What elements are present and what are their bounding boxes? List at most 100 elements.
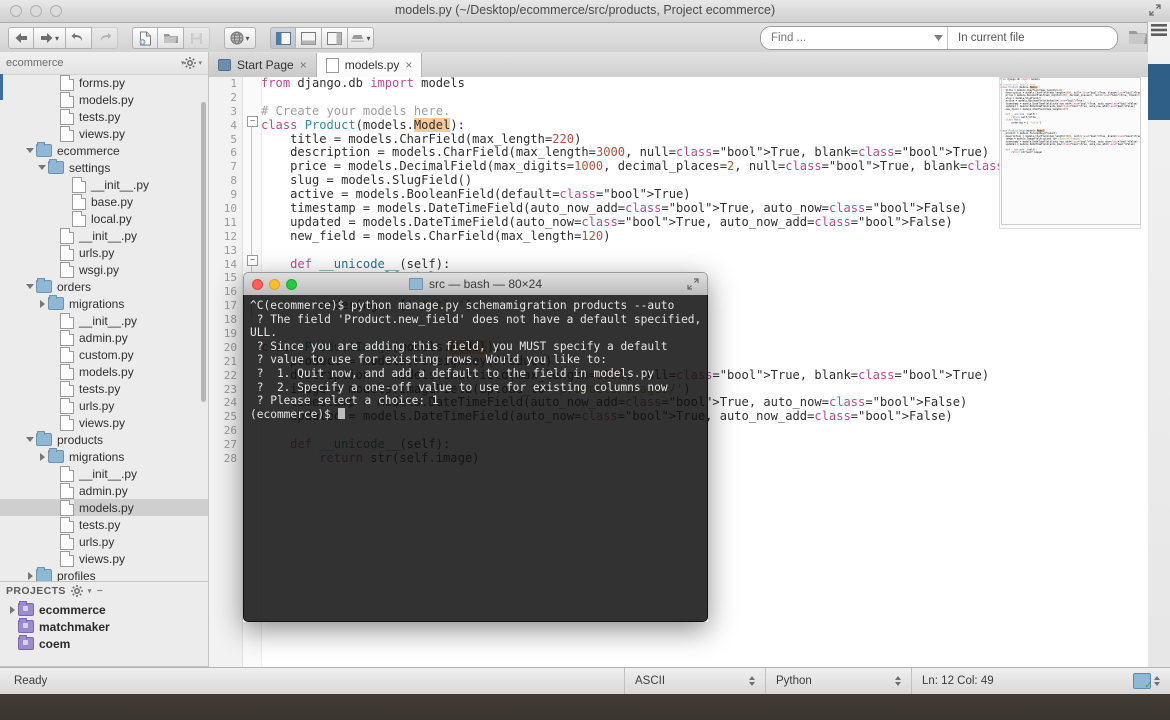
- menu-hamburger-icon[interactable]: [1151, 24, 1167, 36]
- close-tab-icon[interactable]: ×: [405, 58, 412, 72]
- globe-button[interactable]: ▾: [224, 27, 256, 49]
- tree-item-label: migrations: [69, 296, 125, 311]
- twisty-collapsed-icon[interactable]: [24, 571, 36, 580]
- twisty-expanded-icon[interactable]: [36, 165, 48, 170]
- status-vcs-group[interactable]: [1133, 673, 1170, 691]
- tree-item[interactable]: base.py: [0, 193, 208, 210]
- editor-tab[interactable]: Start Page ×: [209, 53, 317, 77]
- tree-item[interactable]: urls.py: [0, 397, 208, 414]
- layout-left-panel-button[interactable]: [270, 27, 296, 49]
- tree-item-label: tests.py: [79, 109, 121, 124]
- line-number: 28: [223, 452, 237, 466]
- sidebar-project-name[interactable]: ecommerce: [6, 57, 185, 69]
- tree-item[interactable]: __init__.py: [0, 176, 208, 193]
- tree-item[interactable]: __init__.py: [0, 465, 208, 482]
- tree-item[interactable]: tests.py: [0, 516, 208, 533]
- tree-item-label: urls.py: [79, 398, 115, 413]
- new-file-button[interactable]: [132, 27, 158, 49]
- minimap-line: return str(self.image): [1011, 151, 1043, 154]
- twisty-expanded-icon[interactable]: [24, 148, 36, 153]
- tree-item[interactable]: views.py: [0, 414, 208, 431]
- gear-icon[interactable]: [70, 585, 83, 597]
- editor-tab[interactable]: models.py ×: [316, 53, 423, 77]
- tree-item[interactable]: tests.py: [0, 380, 208, 397]
- terminal-expand-icon[interactable]: [687, 278, 699, 290]
- layout-right-panel-button[interactable]: [322, 27, 348, 49]
- tree-item[interactable]: ecommerce: [0, 142, 208, 159]
- line-number: 20: [223, 340, 237, 354]
- tree-item[interactable]: urls.py: [0, 533, 208, 550]
- tree-item[interactable]: models.py: [0, 91, 208, 108]
- open-in-finder-icon[interactable]: [1128, 28, 1148, 46]
- vcs-ok-icon[interactable]: [1133, 673, 1152, 691]
- tree-item[interactable]: tests.py: [0, 108, 208, 125]
- close-tab-icon[interactable]: ×: [300, 58, 307, 72]
- file-tree[interactable]: forms.py models.py tests.py views.py ecommer…: [0, 74, 208, 634]
- tree-item[interactable]: forms.py: [0, 74, 208, 91]
- tree-item[interactable]: migrations: [0, 448, 208, 465]
- status-language-selector[interactable]: Python: [765, 668, 911, 694]
- tree-item[interactable]: views.py: [0, 125, 208, 142]
- twisty-collapsed-icon[interactable]: [6, 605, 18, 614]
- gear-icon[interactable]: [184, 57, 197, 69]
- tree-item[interactable]: products: [0, 431, 208, 448]
- project-item[interactable]: coem: [0, 635, 208, 652]
- file-icon: [60, 533, 74, 550]
- terminal-output[interactable]: ^C(ecommerce)$ python manage.py schemami…: [243, 295, 708, 622]
- find-input[interactable]: [761, 27, 929, 49]
- twisty-expanded-icon[interactable]: [24, 437, 36, 442]
- collapse-icon[interactable]: −: [97, 585, 104, 597]
- editor-tab-label: Start Page: [237, 58, 294, 72]
- tree-item-label: views.py: [79, 415, 126, 430]
- chevron-down-icon[interactable]: ▾: [88, 587, 92, 595]
- title-bar: models.py (~/Desktop/ecommerce/src/produ…: [0, 0, 1170, 23]
- tree-item[interactable]: wsgi.py: [0, 261, 208, 278]
- line-number: 6: [230, 146, 237, 160]
- tree-item[interactable]: admin.py: [0, 329, 208, 346]
- undo-button[interactable]: [66, 27, 92, 49]
- status-encoding-selector[interactable]: ASCII: [624, 668, 765, 694]
- back-button[interactable]: [8, 27, 34, 49]
- tree-item[interactable]: local.py: [0, 210, 208, 227]
- expand-window-icon[interactable]: [1148, 3, 1162, 17]
- file-icon: [60, 465, 74, 482]
- twisty-collapsed-icon[interactable]: [36, 299, 48, 308]
- tree-item[interactable]: admin.py: [0, 482, 208, 499]
- tree-item[interactable]: custom.py: [0, 346, 208, 363]
- tree-item-label: settings: [69, 160, 111, 175]
- tree-item[interactable]: __init__.py: [0, 312, 208, 329]
- terminal-line: (ecommerce)$: [250, 407, 701, 422]
- tree-item[interactable]: settings: [0, 159, 208, 176]
- status-bar: Ready ASCII Python Ln: 12 Col: 49: [0, 667, 1170, 694]
- layout-hide-panels-button[interactable]: ▾: [348, 27, 374, 49]
- tree-item[interactable]: views.py: [0, 550, 208, 567]
- tree-item[interactable]: migrations: [0, 295, 208, 312]
- tree-item[interactable]: __init__.py: [0, 227, 208, 244]
- fold-toggle[interactable]: −: [247, 255, 258, 266]
- stepper-icon[interactable]: [895, 676, 901, 686]
- fold-toggle[interactable]: −: [247, 116, 258, 127]
- find-scope-input[interactable]: [947, 27, 1117, 49]
- tree-item[interactable]: urls.py: [0, 244, 208, 261]
- terminal-window[interactable]: src — bash — 80×24 ^C(ecommerce)$ python…: [243, 272, 708, 622]
- code-minimap[interactable]: from django.db import models # Create yo…: [999, 77, 1141, 229]
- projects-list[interactable]: ecommerce matchmaker coem: [0, 600, 208, 652]
- project-item[interactable]: ecommerce: [0, 601, 208, 618]
- sidebar-scrollbar[interactable]: [201, 102, 206, 402]
- stepper-icon[interactable]: [1154, 676, 1160, 686]
- tree-item[interactable]: orders: [0, 278, 208, 295]
- terminal-line: ? Please select a choice: 1: [250, 394, 439, 408]
- find-history-dropdown[interactable]: [929, 27, 947, 49]
- project-item[interactable]: matchmaker: [0, 618, 208, 635]
- open-folder-button[interactable]: [158, 27, 184, 49]
- tree-item[interactable]: models.py: [0, 499, 208, 516]
- twisty-expanded-icon[interactable]: [24, 284, 36, 289]
- tree-item[interactable]: models.py: [0, 363, 208, 380]
- tree-item-label: __init__.py: [79, 313, 138, 328]
- stepper-icon[interactable]: [749, 676, 755, 686]
- file-icon: [60, 482, 74, 499]
- chevron-down-icon[interactable]: ▾: [198, 59, 202, 67]
- forward-button[interactable]: ▾: [34, 27, 66, 49]
- twisty-collapsed-icon[interactable]: [36, 452, 48, 461]
- layout-bottom-panel-button[interactable]: [296, 27, 322, 49]
